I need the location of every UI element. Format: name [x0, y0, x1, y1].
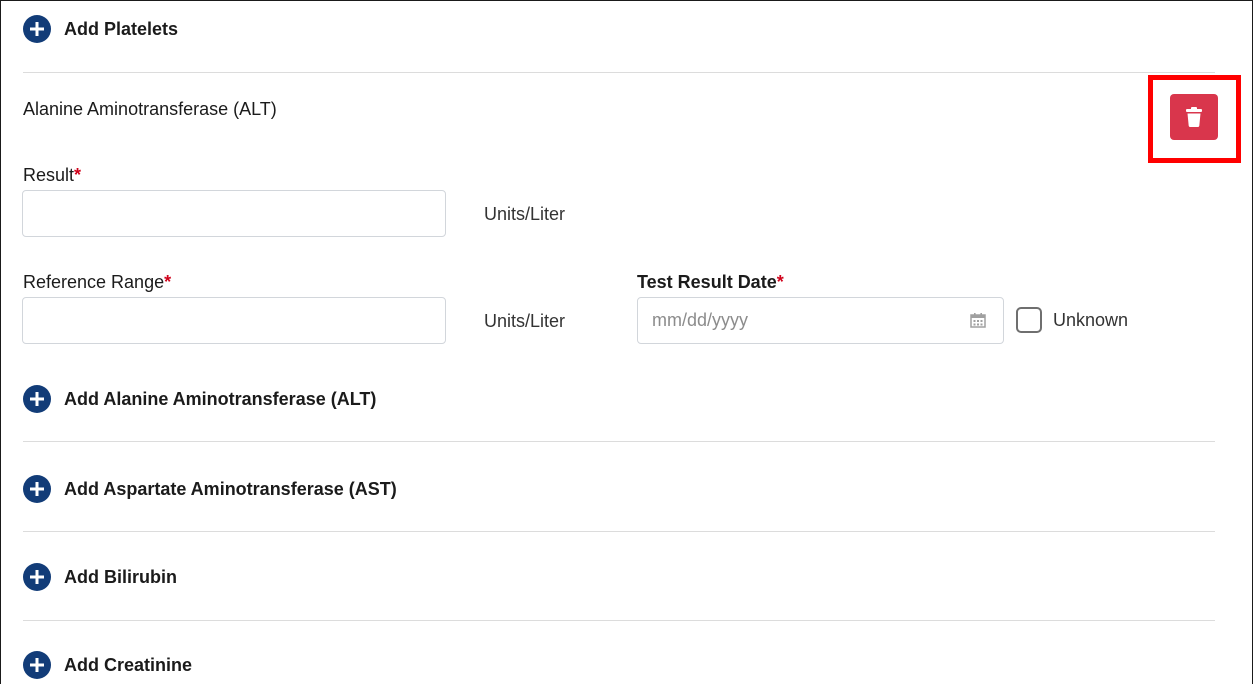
test-result-date-input[interactable]: [637, 297, 1004, 344]
plus-circle-icon: [23, 385, 51, 413]
add-alt-label: Add Alanine Aminotransferase (ALT): [64, 388, 377, 409]
add-bilirubin-label: Add Bilirubin: [64, 566, 177, 587]
reference-range-label: Reference Range*: [23, 272, 171, 293]
delete-alt-button[interactable]: [1170, 94, 1218, 140]
add-ast-label: Add Aspartate Aminotransferase (AST): [64, 478, 397, 499]
calendar-icon[interactable]: [970, 312, 986, 328]
plus-circle-icon: [23, 475, 51, 503]
result-input[interactable]: [22, 190, 446, 237]
result-label-text: Result: [23, 165, 75, 185]
reference-range-unit: Units/Liter: [484, 311, 566, 331]
add-platelets-button[interactable]: Add Platelets: [23, 12, 178, 46]
plus-circle-icon: [23, 563, 51, 591]
required-mark: *: [776, 272, 784, 292]
plus-circle-icon: [23, 651, 51, 679]
trash-icon: [1186, 107, 1202, 127]
add-alt-button[interactable]: Add Alanine Aminotransferase (ALT): [23, 382, 376, 416]
form-panel: Add Platelets Alanine Aminotransferase (…: [0, 0, 1253, 684]
divider: [23, 531, 1215, 532]
divider: [23, 620, 1215, 621]
add-platelets-label: Add Platelets: [64, 18, 179, 39]
alt-section-title: Alanine Aminotransferase (ALT): [23, 99, 277, 119]
result-unit: Units/Liter: [484, 204, 566, 224]
reference-range-input[interactable]: [22, 297, 446, 344]
divider: [23, 441, 1215, 442]
required-mark: *: [74, 165, 82, 185]
divider: [23, 72, 1215, 73]
test-result-date-label-text: Test Result Date: [637, 272, 777, 292]
add-creatinine-button[interactable]: Add Creatinine: [23, 648, 192, 682]
add-ast-button[interactable]: Add Aspartate Aminotransferase (AST): [23, 472, 397, 506]
add-creatinine-label: Add Creatinine: [64, 654, 193, 675]
result-label: Result*: [23, 165, 81, 186]
add-bilirubin-button[interactable]: Add Bilirubin: [23, 560, 177, 594]
test-result-date-label: Test Result Date*: [637, 272, 784, 293]
required-mark: *: [164, 272, 172, 292]
unknown-label[interactable]: Unknown: [1053, 310, 1128, 331]
plus-circle-icon: [23, 15, 51, 43]
reference-range-label-text: Reference Range: [23, 272, 165, 292]
unknown-checkbox[interactable]: [1016, 307, 1042, 333]
